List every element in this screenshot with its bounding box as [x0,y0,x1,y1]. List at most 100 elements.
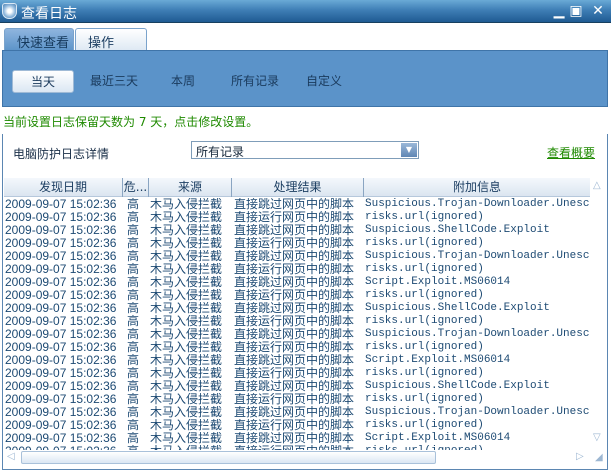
cell-result: 直接运行网页中的脚本 [234,367,355,380]
cell-risk: 高 [127,367,140,380]
cell-info: Suspicious.Trojan-Downloader.Unescape. [365,406,590,418]
table-row[interactable]: 2009-09-07 15:02:36 高木马入侵拦截直接运行网页中的脚本 risk… [4,393,590,406]
column-header-info[interactable]: 附加信息 [364,178,590,197]
column-header-result[interactable]: 处理结果 [232,178,364,197]
table-row[interactable]: 2009-09-07 15:02:36 高木马入侵拦截 直接跳过网页中的脚本 Scri… [4,354,590,367]
filter-custom-button[interactable]: 自定义 [298,70,350,93]
table-row[interactable]: 2009-09-07 15:02:36 高木马入侵拦截直接运行网页中的脚本 risk… [4,419,590,432]
table-row[interactable]: 2009-09-07 15:02:36 高木马入侵拦截直接运行网页中的脚本 risk… [4,315,590,328]
cell-date: 2009-09-07 15:02:36 [5,341,117,354]
cell-info: risks.url(ignored) [365,419,484,431]
cell-date: 2009-09-07 15:02:36 [5,367,117,380]
cell-info: risks.url(ignored) [365,289,484,301]
cell-info: Suspicious.Trojan-Downloader.Unescape. [365,328,590,340]
scroll-down-icon[interactable]: ▽ [593,432,601,443]
column-header-risk[interactable]: 危... [123,178,149,197]
horizontal-scrollbar[interactable]: ◁ ▷ [4,450,590,465]
table-row[interactable]: 2009-09-07 15:02:36 高木马入侵拦截 直接跳过网页中的脚本 Susp… [4,224,590,237]
cell-date: 2009-09-07 15:02:36 [5,328,117,341]
cell-source: 木马入侵拦截 [150,315,223,328]
scroll-left-icon[interactable]: ◁ [7,451,15,462]
record-filter-select[interactable]: 所有记录 ▼ [191,141,419,159]
cell-risk: 高 [127,276,140,289]
cell-source: 木马入侵拦截 [150,237,223,250]
retention-settings-link[interactable]: 当前设置日志保留天数为 7 天，点击修改设置。 [3,113,258,130]
table-row[interactable]: 2009-09-07 15:02:36 高木马入侵拦截直接运行网页中的脚本 risk… [4,367,590,380]
cell-date: 2009-09-07 15:02:36 [5,263,117,276]
cell-date: 2009-09-07 15:02:36 [5,419,117,432]
section-label: 电脑防护日志详情 [13,147,110,161]
cell-result: 直接运行网页中的脚本 [234,263,355,276]
cell-result: 直接运行网页中的脚本 [234,237,355,250]
cell-date: 2009-09-07 15:02:36 [5,380,117,393]
chevron-down-icon[interactable]: ▼ [401,143,417,157]
cell-result: 直接跳过网页中的脚本 [234,276,355,289]
table-row[interactable]: 2009-09-07 15:02:36 高木马入侵拦截直接运行网页中的脚本 risk… [4,263,590,276]
cell-result: 直接跳过网页中的脚本 [234,302,355,315]
table-row[interactable]: 2009-09-07 15:02:36 高木马入侵拦截 直接跳过网页中的脚本 Scri… [4,276,590,289]
cell-source: 木马入侵拦截 [150,367,223,380]
cell-date: 2009-09-07 15:02:36 [5,315,117,328]
cell-risk: 高 [127,432,140,445]
window-title: 查看日志 [21,6,77,22]
table-row[interactable]: 2009-09-07 15:02:36 高木马入侵拦截 直接跳过网页中的脚本 Susp… [4,328,590,341]
cell-risk: 高 [127,263,140,276]
table-row[interactable]: 2009-09-07 15:02:36 高木马入侵拦截直接运行网页中的脚本 risk… [4,341,590,354]
title-bar[interactable]: 查看日志 ▁ ▣ ✕ [0,0,611,23]
column-header-date[interactable]: 发现日期 [4,178,123,197]
cell-risk: 高 [127,237,140,250]
cell-date: 2009-09-07 15:02:36 [5,289,117,302]
cell-source: 木马入侵拦截 [150,406,223,419]
cell-source: 木马入侵拦截 [150,276,223,289]
cell-date: 2009-09-07 15:02:36 [5,406,117,419]
cell-info: risks.url(ignored) [365,315,484,327]
cell-source: 木马入侵拦截 [150,224,223,237]
cell-info: risks.url(ignored) [365,237,484,249]
cell-source: 木马入侵拦截 [150,380,223,393]
view-summary-link[interactable]: 查看概要 [547,144,595,161]
table-row[interactable]: 2009-09-07 15:02:36 高木马入侵拦截直接运行网页中的脚本 risk… [4,289,590,302]
table-row[interactable]: 2009-09-07 15:02:36 高木马入侵拦截 直接跳过网页中的脚本 Susp… [4,250,590,263]
table-row[interactable]: 2009-09-07 15:02:36 高木马入侵拦截直接运行网页中的脚本 risk… [4,237,590,250]
filter-this-week-button[interactable]: 本周 [153,70,213,93]
scroll-right-icon[interactable]: ▷ [576,451,584,462]
cell-risk: 高 [127,211,140,224]
horizontal-scroll-thumb[interactable] [21,451,436,464]
tab-quick-view[interactable]: 快速查看 [4,28,74,51]
cell-risk: 高 [127,315,140,328]
cell-source: 木马入侵拦截 [150,354,223,367]
close-icon[interactable]: ✕ [590,3,606,19]
cell-risk: 高 [127,224,140,237]
table-row[interactable]: 2009-09-07 15:02:36 高木马入侵拦截 直接跳过网页中的脚本 Susp… [4,406,590,419]
cell-result: 直接跳过网页中的脚本 [234,198,355,211]
cell-info: risks.url(ignored) [365,367,484,379]
tab-operations[interactable]: 操作 [75,28,147,51]
select-value: 所有记录 [196,145,245,159]
filter-today-button[interactable]: 当天 [12,70,74,93]
cell-date: 2009-09-07 15:02:36 [5,393,117,406]
cell-source: 木马入侵拦截 [150,302,223,315]
table-row[interactable]: 2009-09-07 15:02:36 高木马入侵拦截 直接跳过网页中的脚本 Susp… [4,198,590,211]
table-row[interactable]: 2009-09-07 15:02:36 高木马入侵拦截 直接跳过网页中的脚本 Susp… [4,380,590,393]
log-table: 发现日期 危... 来源 处理结果 附加信息 2009-09-07 15:02:… [4,178,590,450]
table-row[interactable]: 2009-09-07 15:02:36 高木马入侵拦截 直接跳过网页中的脚本 Scri… [4,432,590,445]
cell-info: Script.Exploit.MS06014 [365,354,511,366]
vertical-scrollbar[interactable]: △ ▽ [590,178,607,450]
cell-info: risks.url(ignored) [365,211,484,223]
cell-result: 直接运行网页中的脚本 [234,419,355,432]
resize-grip-icon[interactable]: ◢ [595,452,603,463]
filter-all-records-button[interactable]: 所有记录 [223,70,287,93]
filter-last-three-days-button[interactable]: 最近三天 [83,70,145,93]
table-row[interactable]: 2009-09-07 15:02:36 高木马入侵拦截直接运行网页中的脚本 risk… [4,211,590,224]
cell-risk: 高 [127,406,140,419]
cell-risk: 高 [127,341,140,354]
maximize-icon[interactable]: ▣ [568,3,584,19]
table-body: 2009-09-07 15:02:36 高木马入侵拦截 直接跳过网页中的脚本 Susp… [4,198,590,450]
cell-result: 直接运行网页中的脚本 [234,315,355,328]
scroll-up-icon[interactable]: △ [593,180,601,191]
cell-info: risks.url(ignored) [365,263,484,275]
column-header-source[interactable]: 来源 [149,178,232,197]
table-row[interactable]: 2009-09-07 15:02:36 高木马入侵拦截 直接跳过网页中的脚本 Susp… [4,302,590,315]
minimize-icon[interactable]: ▁ [551,3,567,19]
cell-date: 2009-09-07 15:02:36 [5,198,117,211]
